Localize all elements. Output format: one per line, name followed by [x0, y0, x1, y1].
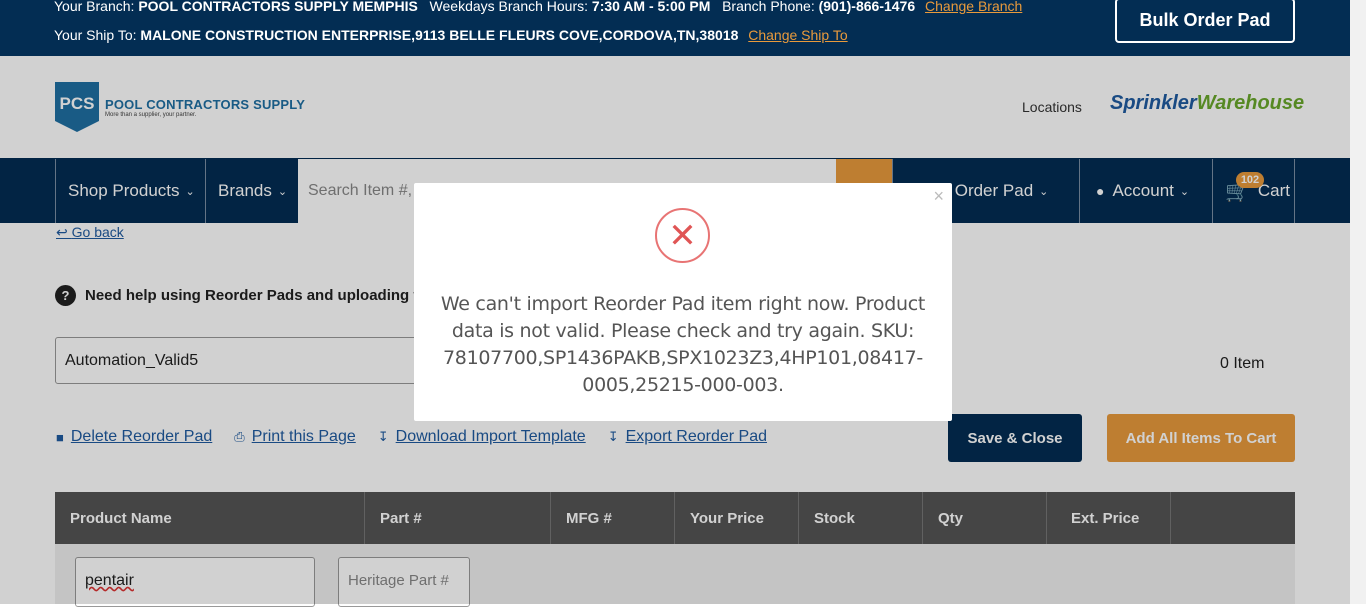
branch-phone: (901)-866-1476: [818, 0, 916, 14]
error-x-icon: ✕: [655, 208, 710, 263]
phone-label: Branch Phone:: [722, 0, 819, 14]
scrollbar[interactable]: [1350, 0, 1366, 604]
error-message: We can't import Reorder Pad item right n…: [440, 293, 926, 396]
shipto-address: MALONE CONSTRUCTION ENTERPRISE,9113 BELL…: [140, 27, 739, 43]
top-info-bar: Your Branch: POOL CONTRACTORS SUPPLY MEM…: [0, 0, 1350, 56]
error-modal: × ✕ We can't import Reorder Pad item rig…: [414, 183, 952, 421]
close-icon[interactable]: ×: [933, 186, 944, 207]
branch-hours: 7:30 AM - 5:00 PM: [591, 0, 711, 14]
hours-label: Weekdays Branch Hours:: [429, 0, 592, 14]
shipto-label: Your Ship To:: [54, 27, 141, 43]
branch-label: Your Branch:: [54, 0, 139, 14]
change-shipto-link[interactable]: Change Ship To: [748, 27, 847, 43]
branch-name: POOL CONTRACTORS SUPPLY MEMPHIS: [138, 0, 418, 14]
shipto-info-line: Your Ship To: MALONE CONSTRUCTION ENTERP…: [54, 27, 848, 43]
bulk-order-pad-button[interactable]: Bulk Order Pad: [1115, 0, 1295, 43]
branch-info-line: Your Branch: POOL CONTRACTORS SUPPLY MEM…: [54, 0, 1022, 14]
change-branch-link[interactable]: Change Branch: [925, 0, 1022, 14]
